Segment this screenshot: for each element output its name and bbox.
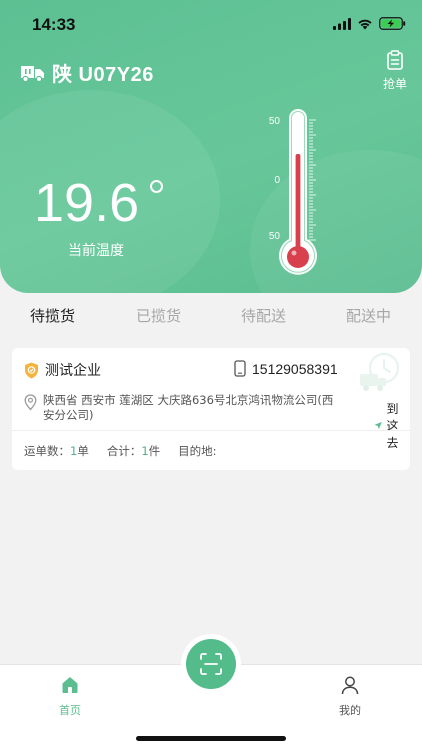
tab-pending-pickup[interactable]: 待揽货 bbox=[30, 305, 75, 326]
location-pin-icon bbox=[24, 394, 37, 411]
pickup-address: 陕西省 西安市 莲湖区 大庆路636号北京鸿讯物流公司(西安分公司) bbox=[43, 393, 334, 422]
scan-icon bbox=[200, 653, 222, 675]
vehicle-plate: 陕 U07Y26 bbox=[52, 64, 154, 86]
waybill-unit: 单 bbox=[77, 444, 89, 458]
grab-order-label: 抢单 bbox=[382, 77, 407, 91]
scan-button-wrapper bbox=[181, 634, 241, 694]
battery-charging-icon bbox=[379, 17, 406, 30]
mobile-phone-icon bbox=[234, 360, 246, 377]
order-summary-row: 运单数：1单 合计：1件 目的地: bbox=[24, 443, 217, 459]
delivery-stamp-icon bbox=[360, 353, 399, 391]
order-card[interactable]: 测试企业 15129058391 陕西省 西安市 莲湖区 大庆路636号北京鸿讯… bbox=[12, 348, 410, 470]
scale-label-zero: 0 bbox=[274, 175, 280, 186]
total-label: 合计： bbox=[106, 444, 142, 458]
clipboard-icon bbox=[387, 50, 403, 70]
nav-mine-label: 我的 bbox=[339, 704, 361, 717]
home-icon bbox=[62, 677, 78, 693]
thermometer-bulb bbox=[287, 246, 309, 268]
waybill-label: 运单数： bbox=[24, 444, 70, 458]
total-unit: 件 bbox=[148, 444, 161, 458]
header-panel: 14:33 陕 U07Y26 抢单 19.6 当前温度 50 0 50 bbox=[0, 0, 422, 293]
destination-label: 目的地: bbox=[178, 444, 217, 458]
thermometer-mercury bbox=[295, 154, 301, 254]
nav-home[interactable]: 首页 bbox=[46, 675, 94, 718]
waybill-count: 运单数：1单 bbox=[24, 443, 89, 459]
status-bar: 14:33 bbox=[0, 0, 422, 50]
degree-symbol bbox=[150, 180, 163, 193]
nav-home-label: 首页 bbox=[59, 704, 81, 717]
card-divider bbox=[12, 430, 410, 431]
status-icons bbox=[333, 17, 406, 30]
status-time: 14:33 bbox=[32, 15, 76, 34]
navigate-button[interactable]: 到这去 bbox=[374, 400, 410, 451]
tab-delivering[interactable]: 配送中 bbox=[346, 305, 391, 326]
scale-label-top: 50 bbox=[269, 116, 281, 127]
address-row: 陕西省 西安市 莲湖区 大庆路636号北京鸿讯物流公司(西安分公司) bbox=[24, 393, 344, 423]
home-indicator bbox=[136, 736, 286, 741]
current-temperature-value: 19.6 bbox=[34, 173, 140, 233]
company-row: 测试企业 bbox=[24, 360, 101, 380]
cellular-signal-icon bbox=[333, 17, 351, 30]
company-name: 测试企业 bbox=[45, 363, 101, 379]
total-count: 合计：1件 bbox=[107, 443, 160, 459]
nav-mine[interactable]: 我的 bbox=[326, 675, 374, 718]
thermometer-gauge: 50 0 50 bbox=[269, 109, 317, 275]
tab-picked-up[interactable]: 已揽货 bbox=[136, 305, 181, 326]
total-count-value: 1 bbox=[141, 444, 149, 458]
order-status-tabs: 待揽货 已揽货 待配送 配送中 bbox=[0, 293, 422, 339]
tab-pending-delivery[interactable]: 待配送 bbox=[241, 305, 286, 326]
phone-number[interactable]: 15129058391 bbox=[252, 361, 338, 377]
wifi-icon bbox=[358, 19, 372, 29]
current-temperature-label: 当前温度 bbox=[68, 243, 124, 259]
truck-icon bbox=[21, 65, 44, 82]
verified-shield-icon bbox=[25, 362, 38, 378]
user-icon bbox=[341, 676, 359, 695]
thermometer-ticks bbox=[309, 119, 316, 241]
navigate-label: 到这去 bbox=[386, 402, 399, 450]
vehicle-plate-row: 陕 U07Y26 bbox=[20, 58, 154, 87]
grab-order-button[interactable]: 抢单 bbox=[380, 50, 410, 92]
phone-row[interactable]: 15129058391 bbox=[234, 360, 338, 377]
scan-button[interactable] bbox=[186, 639, 236, 689]
scale-label-bottom: 50 bbox=[269, 231, 281, 242]
